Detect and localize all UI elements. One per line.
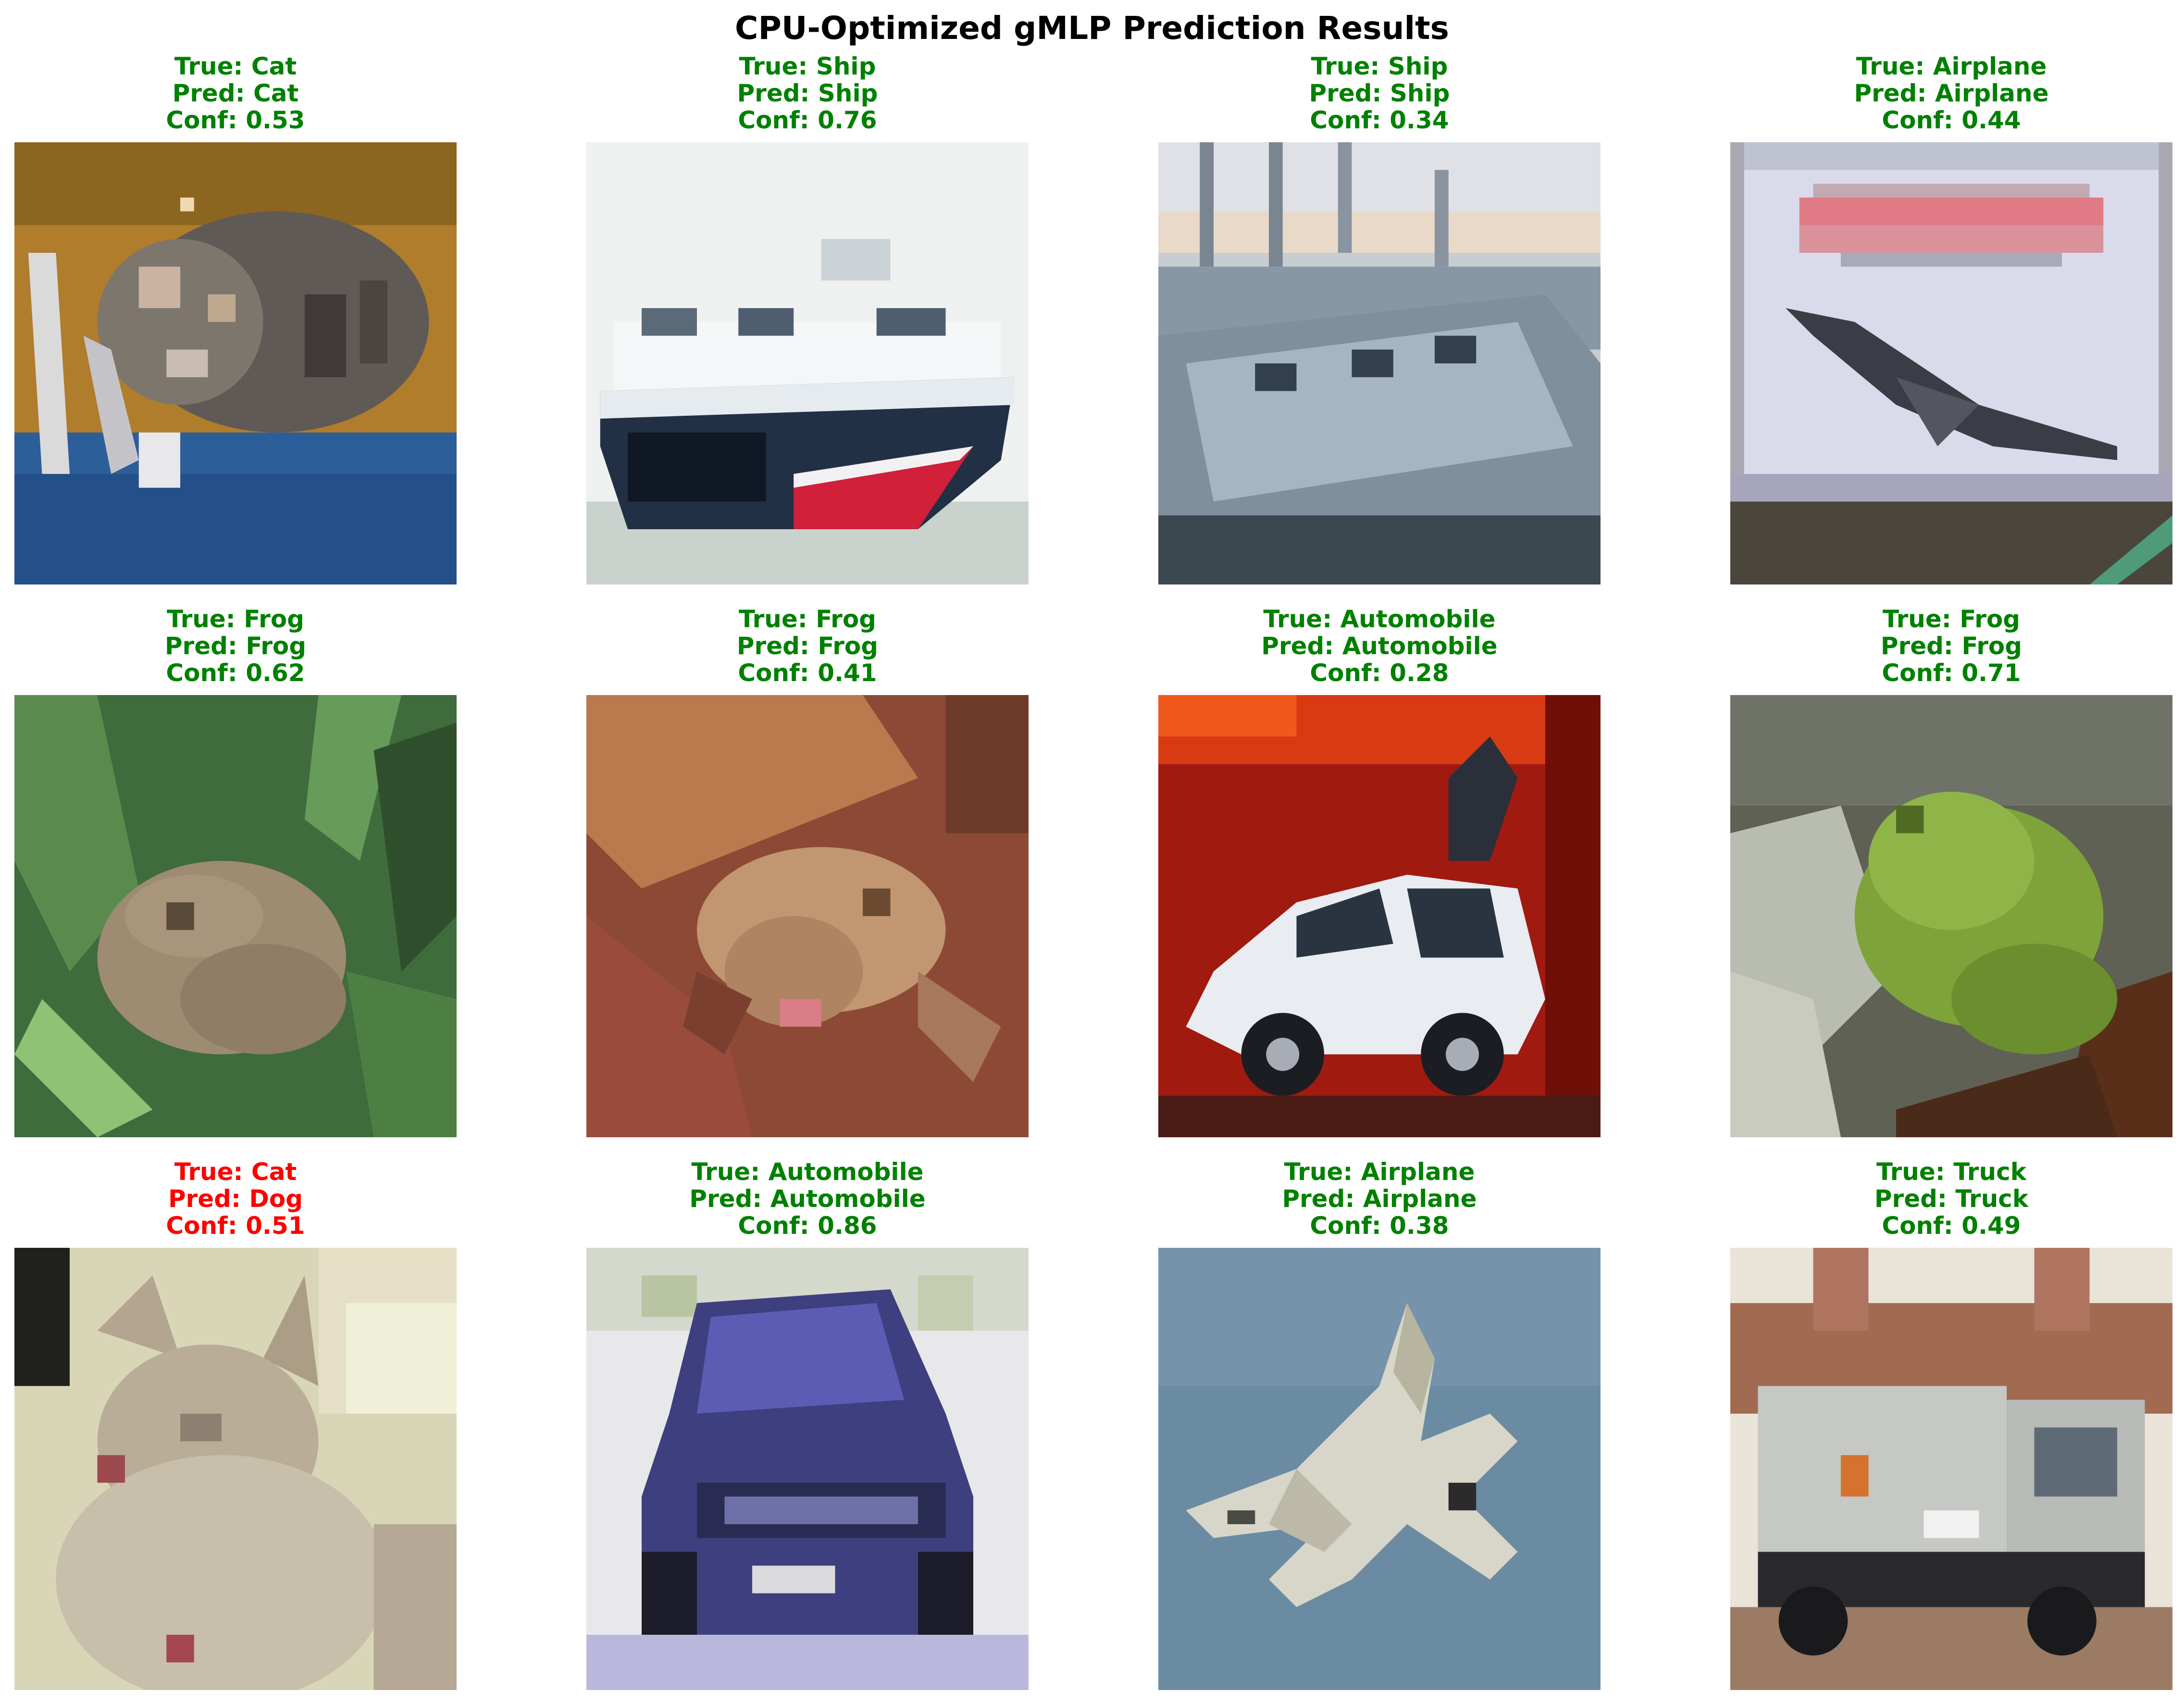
true-label: True: Airplane — [1856, 52, 2047, 80]
confidence-label: Conf: 0.34 — [1310, 106, 1449, 134]
pred-label: Pred: Ship — [737, 79, 878, 107]
confidence-label: Conf: 0.41 — [738, 659, 877, 687]
pred-label: Pred: Automobile — [689, 1185, 926, 1213]
pred-label: Pred: Dog — [168, 1185, 303, 1213]
figure-title: CPU-Optimized gMLP Prediction Results — [735, 10, 1449, 47]
true-label: True: Cat — [174, 1158, 297, 1186]
sample-image-automobile — [1158, 695, 1601, 1137]
panel-caption: True: Airplane Pred: Airplane Conf: 0.38 — [1091, 1158, 1668, 1239]
true-label: True: Airplane — [1284, 1158, 1475, 1186]
true-label: True: Ship — [739, 52, 876, 80]
sample-image-cat — [14, 1248, 457, 1690]
sample-image-frog — [586, 695, 1029, 1137]
true-label: True: Cat — [174, 52, 297, 80]
confidence-label: Conf: 0.86 — [738, 1212, 877, 1240]
pred-label: Pred: Frog — [164, 632, 307, 660]
confidence-label: Conf: 0.51 — [166, 1212, 305, 1240]
confidence-label: Conf: 0.62 — [166, 659, 305, 687]
pred-label: Pred: Truck — [1874, 1185, 2029, 1213]
panel-caption: True: Frog Pred: Frog Conf: 0.71 — [1663, 606, 2184, 686]
pred-label: Pred: Frog — [1880, 632, 2023, 660]
pred-label: Pred: Airplane — [1854, 79, 2049, 107]
pred-label: Pred: Airplane — [1282, 1185, 1477, 1213]
true-label: True: Frog — [1883, 605, 2020, 633]
panel-caption: True: Frog Pred: Frog Conf: 0.41 — [519, 606, 1096, 686]
panel-caption: True: Ship Pred: Ship Conf: 0.76 — [519, 53, 1096, 134]
panel-caption: True: Airplane Pred: Airplane Conf: 0.44 — [1663, 53, 2184, 134]
confidence-label: Conf: 0.38 — [1310, 1212, 1449, 1240]
panel-caption: True: Automobile Pred: Automobile Conf: … — [1091, 606, 1668, 686]
pred-label: Pred: Automobile — [1261, 632, 1498, 660]
confidence-label: Conf: 0.76 — [738, 106, 877, 134]
true-label: True: Frog — [739, 605, 876, 633]
pred-label: Pred: Ship — [1309, 79, 1450, 107]
sample-image-ship — [1158, 142, 1601, 584]
sample-image-truck — [1730, 1248, 2172, 1690]
true-label: True: Truck — [1876, 1158, 2026, 1186]
confidence-label: Conf: 0.44 — [1882, 106, 2021, 134]
confidence-label: Conf: 0.28 — [1310, 659, 1449, 687]
true-label: True: Automobile — [1263, 605, 1496, 633]
sample-image-airplane — [1730, 142, 2172, 584]
confidence-label: Conf: 0.49 — [1882, 1212, 2021, 1240]
pred-label: Pred: Cat — [172, 79, 299, 107]
sample-image-cat — [14, 142, 457, 584]
sample-image-ship — [586, 142, 1029, 584]
panel-caption: True: Automobile Pred: Automobile Conf: … — [519, 1158, 1096, 1239]
sample-image-frog — [14, 695, 457, 1137]
panel-caption: True: Cat Pred: Cat Conf: 0.53 — [0, 53, 524, 134]
confidence-label: Conf: 0.53 — [166, 106, 305, 134]
panel-caption: True: Frog Pred: Frog Conf: 0.62 — [0, 606, 524, 686]
true-label: True: Ship — [1311, 52, 1448, 80]
panel-caption: True: Cat Pred: Dog Conf: 0.51 — [0, 1158, 524, 1239]
panel-caption: True: Truck Pred: Truck Conf: 0.49 — [1663, 1158, 2184, 1239]
panel-caption: True: Ship Pred: Ship Conf: 0.34 — [1091, 53, 1668, 134]
sample-image-automobile — [586, 1248, 1029, 1690]
true-label: True: Frog — [167, 605, 304, 633]
pred-label: Pred: Frog — [736, 632, 879, 660]
true-label: True: Automobile — [691, 1158, 924, 1186]
sample-image-frog — [1730, 695, 2172, 1137]
confidence-label: Conf: 0.71 — [1882, 659, 2021, 687]
sample-image-airplane — [1158, 1248, 1601, 1690]
